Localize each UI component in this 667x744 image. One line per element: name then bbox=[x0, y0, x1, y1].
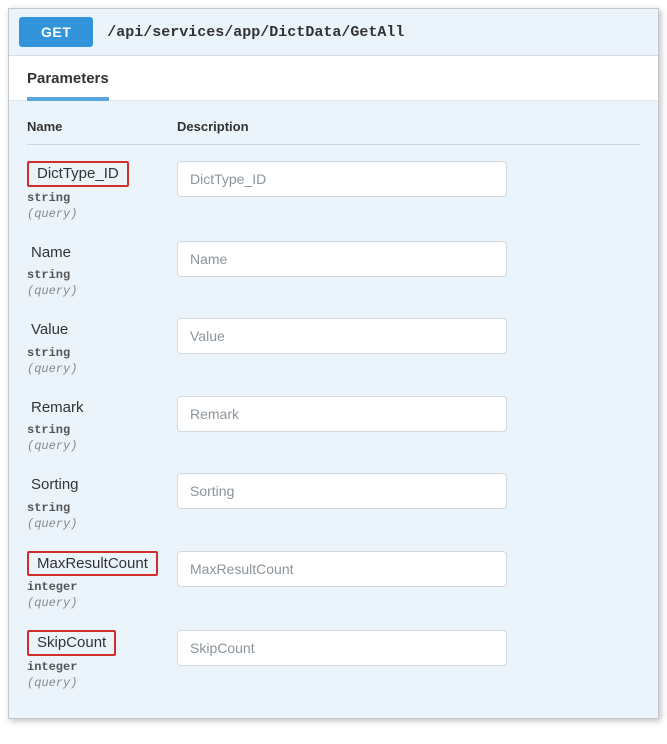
parameter-in: (query) bbox=[27, 517, 169, 531]
parameter-meta: MaxResultCount integer (query) bbox=[27, 551, 177, 611]
parameter-in: (query) bbox=[27, 596, 169, 610]
parameter-in: (query) bbox=[27, 676, 169, 690]
parameter-row: DictType_IDstring (query) bbox=[27, 161, 640, 221]
parameter-type: string bbox=[27, 501, 169, 515]
parameter-row: MaxResultCount integer (query) bbox=[27, 551, 640, 611]
parameter-row: Name string (query) bbox=[27, 241, 640, 299]
parameter-input-cell bbox=[177, 473, 640, 509]
operation-header[interactable]: GET /api/services/app/DictData/GetAll bbox=[9, 9, 658, 56]
parameter-name: Remark bbox=[27, 396, 169, 420]
parameters-table-head: Name Description bbox=[27, 119, 640, 145]
parameter-type: integer bbox=[27, 580, 169, 594]
parameter-input[interactable] bbox=[177, 551, 507, 587]
parameter-row: SkipCount integer (query) bbox=[27, 630, 640, 690]
parameter-meta: SkipCount integer (query) bbox=[27, 630, 177, 690]
parameter-type: string bbox=[27, 191, 169, 205]
parameter-name-label: DictType_ID bbox=[27, 161, 129, 187]
parameter-name-label: Remark bbox=[27, 396, 88, 420]
column-header-name: Name bbox=[27, 119, 177, 134]
parameter-input[interactable] bbox=[177, 161, 507, 197]
parameter-name-label: Sorting bbox=[27, 473, 83, 497]
parameter-input[interactable] bbox=[177, 473, 507, 509]
parameter-input-cell bbox=[177, 161, 640, 197]
parameters-title: Parameters bbox=[27, 70, 109, 101]
parameter-type: string bbox=[27, 346, 169, 360]
parameter-input-cell bbox=[177, 396, 640, 432]
parameter-input[interactable] bbox=[177, 318, 507, 354]
http-method-badge: GET bbox=[19, 17, 93, 47]
parameter-name-label: Name bbox=[27, 241, 75, 265]
column-header-description: Description bbox=[177, 119, 640, 134]
parameter-name-label: SkipCount bbox=[27, 630, 116, 656]
parameter-in: (query) bbox=[27, 362, 169, 376]
parameter-input-cell bbox=[177, 241, 640, 277]
parameter-input[interactable] bbox=[177, 630, 507, 666]
parameters-table: Name Description DictType_IDstring (query… bbox=[9, 101, 658, 718]
parameter-name: MaxResultCount bbox=[27, 551, 169, 577]
parameter-meta: DictType_IDstring (query) bbox=[27, 161, 177, 221]
parameter-meta: Name string (query) bbox=[27, 241, 177, 299]
parameter-type: string bbox=[27, 268, 169, 282]
parameter-input[interactable] bbox=[177, 396, 507, 432]
parameter-meta: Sorting string (query) bbox=[27, 473, 177, 531]
parameter-input-cell bbox=[177, 318, 640, 354]
parameter-name-label: Value bbox=[27, 318, 72, 342]
parameter-row: Sorting string (query) bbox=[27, 473, 640, 531]
parameter-type: string bbox=[27, 423, 169, 437]
parameter-row: Remark string (query) bbox=[27, 396, 640, 454]
parameter-meta: Remark string (query) bbox=[27, 396, 177, 454]
parameter-in: (query) bbox=[27, 284, 169, 298]
parameter-name: DictType_ID bbox=[27, 161, 169, 187]
parameter-name: Sorting bbox=[27, 473, 169, 497]
parameter-name: Value bbox=[27, 318, 169, 342]
parameters-table-body: DictType_IDstring (query) Name string (query… bbox=[27, 161, 640, 690]
parameter-type: integer bbox=[27, 660, 169, 674]
parameter-name-label: MaxResultCount bbox=[27, 551, 158, 577]
parameters-section-header: Parameters bbox=[9, 56, 658, 101]
parameter-in: (query) bbox=[27, 207, 169, 221]
endpoint-path: /api/services/app/DictData/GetAll bbox=[107, 24, 404, 41]
parameter-input-cell bbox=[177, 630, 640, 666]
parameter-row: Value string (query) bbox=[27, 318, 640, 376]
parameter-meta: Value string (query) bbox=[27, 318, 177, 376]
parameter-input[interactable] bbox=[177, 241, 507, 277]
parameter-name: Name bbox=[27, 241, 169, 265]
parameter-input-cell bbox=[177, 551, 640, 587]
parameter-in: (query) bbox=[27, 439, 169, 453]
api-operation-panel: GET /api/services/app/DictData/GetAll Pa… bbox=[8, 8, 659, 719]
parameter-name: SkipCount bbox=[27, 630, 169, 656]
